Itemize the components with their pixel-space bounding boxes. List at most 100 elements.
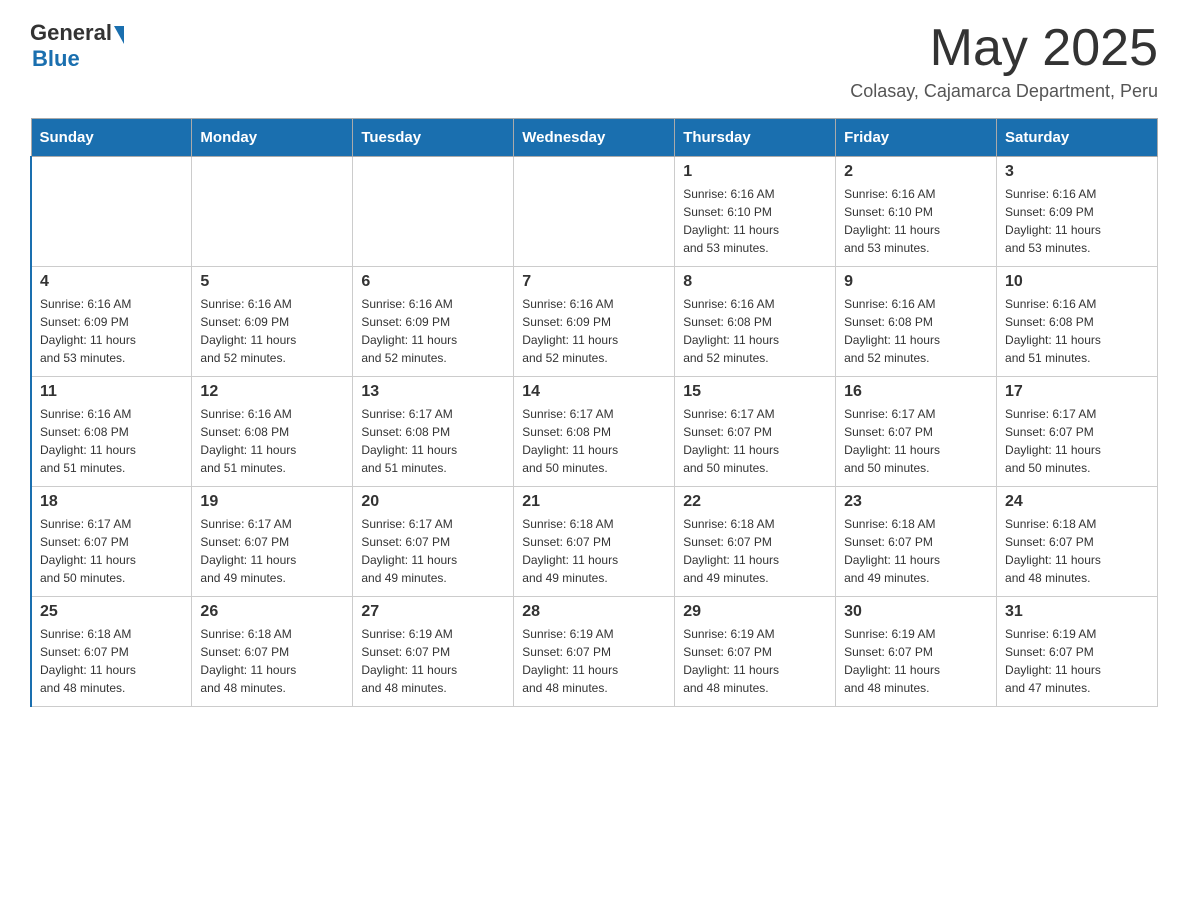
logo: General Blue bbox=[30, 20, 124, 72]
day-info: Sunrise: 6:18 AMSunset: 6:07 PMDaylight:… bbox=[683, 517, 779, 585]
day-number: 18 bbox=[40, 493, 183, 511]
calendar-day-cell: 31Sunrise: 6:19 AMSunset: 6:07 PMDayligh… bbox=[997, 597, 1158, 707]
calendar-day-cell: 9 Sunrise: 6:16 AMSunset: 6:08 PMDaylight… bbox=[836, 267, 997, 377]
day-number: 31 bbox=[1005, 603, 1149, 621]
day-info: Sunrise: 6:16 AMSunset: 6:08 PMDaylight:… bbox=[844, 297, 940, 365]
calendar-day-cell: 2Sunrise: 6:16 AMSunset: 6:10 PMDaylight… bbox=[836, 157, 997, 267]
calendar-day-cell bbox=[353, 157, 514, 267]
day-number: 28 bbox=[522, 603, 666, 621]
day-number: 27 bbox=[361, 603, 505, 621]
logo-blue-text: Blue bbox=[32, 46, 124, 72]
day-info: Sunrise: 6:19 AMSunset: 6:07 PMDaylight:… bbox=[361, 627, 457, 695]
calendar-day-cell: 27 Sunrise: 6:19 AMSunset: 6:07 PMDayligh… bbox=[353, 597, 514, 707]
calendar-day-cell bbox=[514, 157, 675, 267]
calendar-day-cell: 14 Sunrise: 6:17 AMSunset: 6:08 PMDayligh… bbox=[514, 377, 675, 487]
day-number: 17 bbox=[1005, 383, 1149, 401]
calendar-day-cell: 17Sunrise: 6:17 AMSunset: 6:07 PMDayligh… bbox=[997, 377, 1158, 487]
day-number: 19 bbox=[200, 493, 344, 511]
day-info: Sunrise: 6:19 AMSunset: 6:07 PMDaylight:… bbox=[522, 627, 618, 695]
calendar-day-cell: 30 Sunrise: 6:19 AMSunset: 6:07 PMDayligh… bbox=[836, 597, 997, 707]
day-info: Sunrise: 6:16 AMSunset: 6:08 PMDaylight:… bbox=[200, 407, 296, 475]
day-number: 16 bbox=[844, 383, 988, 401]
logo-triangle-icon bbox=[114, 26, 124, 44]
day-number: 20 bbox=[361, 493, 505, 511]
day-number: 1 bbox=[683, 163, 827, 181]
calendar-week-row: 1 Sunrise: 6:16 AMSunset: 6:10 PMDaylight… bbox=[31, 157, 1158, 267]
day-info: Sunrise: 6:16 AMSunset: 6:09 PMDaylight:… bbox=[522, 297, 618, 365]
day-info: Sunrise: 6:16 AMSunset: 6:09 PMDaylight:… bbox=[1005, 187, 1101, 255]
day-info: Sunrise: 6:19 AMSunset: 6:07 PMDaylight:… bbox=[844, 627, 940, 695]
day-info: Sunrise: 6:17 AMSunset: 6:07 PMDaylight:… bbox=[683, 407, 779, 475]
calendar-week-row: 11Sunrise: 6:16 AMSunset: 6:08 PMDayligh… bbox=[31, 377, 1158, 487]
header-title-block: May 2025 Colasay, Cajamarca Department, … bbox=[850, 20, 1158, 102]
day-number: 26 bbox=[200, 603, 344, 621]
day-number: 6 bbox=[361, 273, 505, 291]
day-number: 29 bbox=[683, 603, 827, 621]
calendar-day-cell: 1 Sunrise: 6:16 AMSunset: 6:10 PMDaylight… bbox=[675, 157, 836, 267]
calendar-day-cell: 6 Sunrise: 6:16 AMSunset: 6:09 PMDaylight… bbox=[353, 267, 514, 377]
day-info: Sunrise: 6:17 AMSunset: 6:07 PMDaylight:… bbox=[844, 407, 940, 475]
day-number: 9 bbox=[844, 273, 988, 291]
calendar-week-row: 25 Sunrise: 6:18 AMSunset: 6:07 PMDayligh… bbox=[31, 597, 1158, 707]
day-info: Sunrise: 6:16 AMSunset: 6:08 PMDaylight:… bbox=[40, 407, 136, 475]
day-of-week-header: Wednesday bbox=[514, 119, 675, 157]
day-info: Sunrise: 6:17 AMSunset: 6:08 PMDaylight:… bbox=[361, 407, 457, 475]
calendar-day-cell: 5 Sunrise: 6:16 AMSunset: 6:09 PMDaylight… bbox=[192, 267, 353, 377]
day-of-week-header: Sunday bbox=[31, 119, 192, 157]
day-info: Sunrise: 6:17 AMSunset: 6:07 PMDaylight:… bbox=[361, 517, 457, 585]
day-info: Sunrise: 6:17 AMSunset: 6:07 PMDaylight:… bbox=[40, 517, 136, 585]
calendar-day-cell: 7 Sunrise: 6:16 AMSunset: 6:09 PMDaylight… bbox=[514, 267, 675, 377]
day-number: 10 bbox=[1005, 273, 1149, 291]
calendar-week-row: 18 Sunrise: 6:17 AMSunset: 6:07 PMDayligh… bbox=[31, 487, 1158, 597]
day-of-week-header: Friday bbox=[836, 119, 997, 157]
calendar-day-cell: 26Sunrise: 6:18 AMSunset: 6:07 PMDayligh… bbox=[192, 597, 353, 707]
day-info: Sunrise: 6:16 AMSunset: 6:09 PMDaylight:… bbox=[40, 297, 136, 365]
calendar-body: 1 Sunrise: 6:16 AMSunset: 6:10 PMDaylight… bbox=[31, 157, 1158, 707]
day-number: 30 bbox=[844, 603, 988, 621]
day-number: 13 bbox=[361, 383, 505, 401]
day-info: Sunrise: 6:16 AMSunset: 6:09 PMDaylight:… bbox=[361, 297, 457, 365]
location-title: Colasay, Cajamarca Department, Peru bbox=[850, 81, 1158, 102]
calendar-day-cell: 12 Sunrise: 6:16 AMSunset: 6:08 PMDayligh… bbox=[192, 377, 353, 487]
day-number: 23 bbox=[844, 493, 988, 511]
calendar-day-cell: 20 Sunrise: 6:17 AMSunset: 6:07 PMDayligh… bbox=[353, 487, 514, 597]
day-number: 14 bbox=[522, 383, 666, 401]
day-info: Sunrise: 6:18 AMSunset: 6:07 PMDaylight:… bbox=[1005, 517, 1101, 585]
day-info: Sunrise: 6:18 AMSunset: 6:07 PMDaylight:… bbox=[522, 517, 618, 585]
calendar-header: SundayMondayTuesdayWednesdayThursdayFrid… bbox=[31, 119, 1158, 157]
day-number: 24 bbox=[1005, 493, 1149, 511]
month-title: May 2025 bbox=[850, 20, 1158, 77]
day-info: Sunrise: 6:16 AMSunset: 6:10 PMDaylight:… bbox=[844, 187, 940, 255]
calendar-day-cell: 19 Sunrise: 6:17 AMSunset: 6:07 PMDayligh… bbox=[192, 487, 353, 597]
calendar-day-cell: 18 Sunrise: 6:17 AMSunset: 6:07 PMDayligh… bbox=[31, 487, 192, 597]
day-info: Sunrise: 6:17 AMSunset: 6:07 PMDaylight:… bbox=[200, 517, 296, 585]
day-number: 8 bbox=[683, 273, 827, 291]
day-number: 7 bbox=[522, 273, 666, 291]
calendar-day-cell: 23 Sunrise: 6:18 AMSunset: 6:07 PMDayligh… bbox=[836, 487, 997, 597]
calendar-day-cell: 11Sunrise: 6:16 AMSunset: 6:08 PMDayligh… bbox=[31, 377, 192, 487]
days-of-week-row: SundayMondayTuesdayWednesdayThursdayFrid… bbox=[31, 119, 1158, 157]
calendar-day-cell: 3Sunrise: 6:16 AMSunset: 6:09 PMDaylight… bbox=[997, 157, 1158, 267]
day-info: Sunrise: 6:18 AMSunset: 6:07 PMDaylight:… bbox=[40, 627, 136, 695]
day-of-week-header: Saturday bbox=[997, 119, 1158, 157]
calendar-day-cell: 15Sunrise: 6:17 AMSunset: 6:07 PMDayligh… bbox=[675, 377, 836, 487]
calendar-day-cell: 21Sunrise: 6:18 AMSunset: 6:07 PMDayligh… bbox=[514, 487, 675, 597]
calendar-day-cell: 24 Sunrise: 6:18 AMSunset: 6:07 PMDayligh… bbox=[997, 487, 1158, 597]
day-of-week-header: Tuesday bbox=[353, 119, 514, 157]
day-number: 5 bbox=[200, 273, 344, 291]
day-info: Sunrise: 6:16 AMSunset: 6:10 PMDaylight:… bbox=[683, 187, 779, 255]
day-info: Sunrise: 6:18 AMSunset: 6:07 PMDaylight:… bbox=[844, 517, 940, 585]
day-of-week-header: Monday bbox=[192, 119, 353, 157]
calendar-day-cell bbox=[192, 157, 353, 267]
calendar-day-cell: 25 Sunrise: 6:18 AMSunset: 6:07 PMDayligh… bbox=[31, 597, 192, 707]
calendar-day-cell: 13 Sunrise: 6:17 AMSunset: 6:08 PMDayligh… bbox=[353, 377, 514, 487]
calendar-day-cell: 16 Sunrise: 6:17 AMSunset: 6:07 PMDayligh… bbox=[836, 377, 997, 487]
day-info: Sunrise: 6:17 AMSunset: 6:08 PMDaylight:… bbox=[522, 407, 618, 475]
logo-general-text: General bbox=[30, 20, 112, 46]
day-of-week-header: Thursday bbox=[675, 119, 836, 157]
day-info: Sunrise: 6:19 AMSunset: 6:07 PMDaylight:… bbox=[683, 627, 779, 695]
day-number: 12 bbox=[200, 383, 344, 401]
day-number: 25 bbox=[40, 603, 183, 621]
day-info: Sunrise: 6:16 AMSunset: 6:09 PMDaylight:… bbox=[200, 297, 296, 365]
day-number: 4 bbox=[40, 273, 183, 291]
